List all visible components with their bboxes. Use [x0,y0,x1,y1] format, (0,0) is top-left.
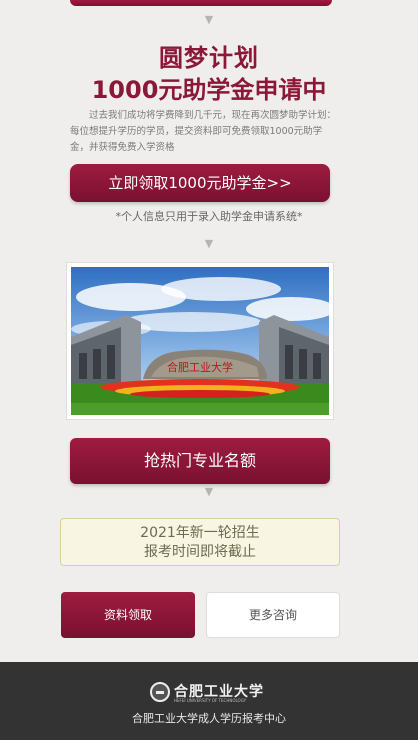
grant-title: 1000元助学金申请中 [91,76,327,104]
down-arrow-icon: ▼ [204,237,214,250]
gate-inscription: 合肥工业大学 [167,360,233,374]
center-name: 合肥工业大学成人学历报考中心 [132,712,286,725]
footer: 合肥工业大学 HEFEI UNIVERSITY OF TECHNOLOGY 合肥… [0,662,418,740]
campus-gate-image: 合肥工业大学 [71,267,329,415]
down-arrow-icon: ▼ [204,485,214,498]
campus-photo: 合肥工业大学 [66,262,334,420]
university-logo: 合肥工业大学 HEFEI UNIVERSITY OF TECHNOLOGY [150,682,270,704]
enrollment-notice: 2021年新一轮招生 报考时间即将截止 [60,518,340,566]
top-banner-edge [70,0,332,6]
plan-title: 圆梦计划 [159,44,259,72]
get-info-button[interactable]: 资料领取 [61,592,195,638]
notice-line-1: 2021年新一轮招生 [140,525,260,541]
hot-major-button[interactable]: 抢热门专业名额 [70,438,330,484]
more-consult-button[interactable]: 更多咨询 [206,592,340,638]
claim-grant-button[interactable]: 立即领取1000元助学金>> [70,164,330,202]
university-emblem-icon [150,682,170,702]
down-arrow-icon: ▼ [204,13,214,26]
plan-description: 过去我们成功将学费降到几千元，现在再次圆梦助学计划：每位想提升学历的学员，提交资… [70,110,337,153]
notice-line-2: 报考时间即将截止 [144,544,256,560]
logo-subtext: HEFEI UNIVERSITY OF TECHNOLOGY [174,698,247,703]
privacy-note: *个人信息只用于录入助学金申请系统* [115,210,303,223]
